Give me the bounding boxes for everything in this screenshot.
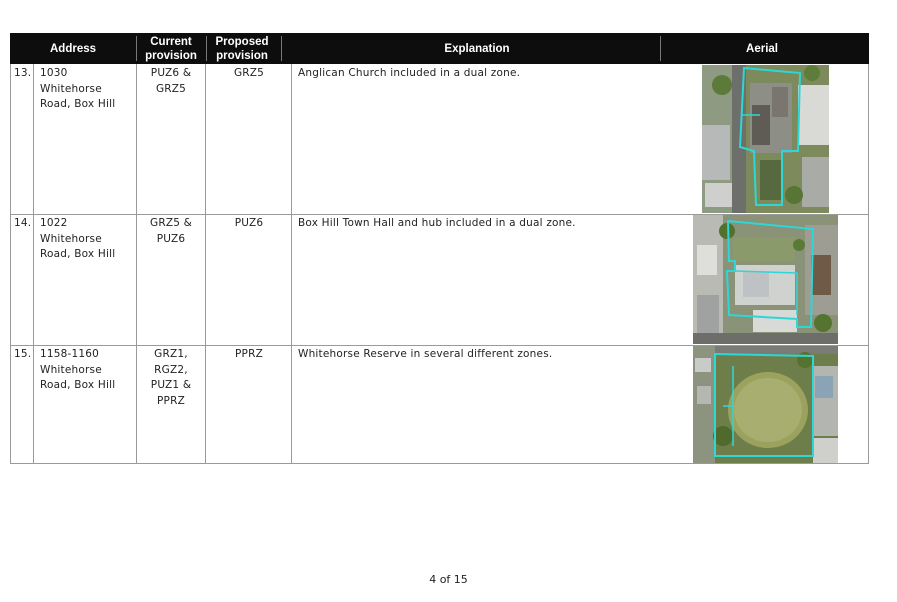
row-explanation: Whitehorse Reserve in several different … [298, 348, 553, 360]
aerial-photo-reserve [693, 346, 838, 463]
row-address: 1158-1160 Whitehorse Road, Box Hill [40, 348, 116, 391]
row-explanation: Box Hill Town Hall and hub included in a… [298, 217, 576, 229]
header-address: Address [49, 42, 97, 55]
header-current-provision: Current provision [145, 35, 197, 62]
row-proposed-provision: PPRZ [235, 348, 263, 360]
row-current-provision: GRZ5 & PUZ6 [149, 217, 193, 245]
aerial-photo-church [702, 65, 829, 213]
row-proposed-provision: GRZ5 [233, 67, 265, 79]
header-explanation: Explanation [444, 42, 510, 55]
header-proposed-provision: Proposed provision [215, 35, 269, 62]
row-proposed-provision: PUZ6 [234, 217, 264, 229]
row-number: 13. [14, 67, 32, 79]
row-address: 1030 Whitehorse Road, Box Hill [40, 67, 116, 110]
header-divider [281, 36, 282, 61]
header-aerial: Aerial [746, 42, 778, 55]
row-current-provision: PUZ6 & GRZ5 [150, 67, 192, 95]
row-current-provision: GRZ1, RGZ2, PUZ1 & PPRZ [150, 348, 192, 407]
aerial-photo-town-hall [693, 215, 838, 344]
row-number: 14. [14, 217, 32, 229]
row-address: 1022 Whitehorse Road, Box Hill [40, 217, 116, 260]
page-number: 4 of 15 [429, 573, 468, 586]
table-header: Address Current provision Proposed provi… [10, 33, 869, 64]
row-number: 15. [14, 348, 32, 360]
row-explanation: Anglican Church included in a dual zone. [298, 67, 521, 79]
header-divider [660, 36, 661, 61]
